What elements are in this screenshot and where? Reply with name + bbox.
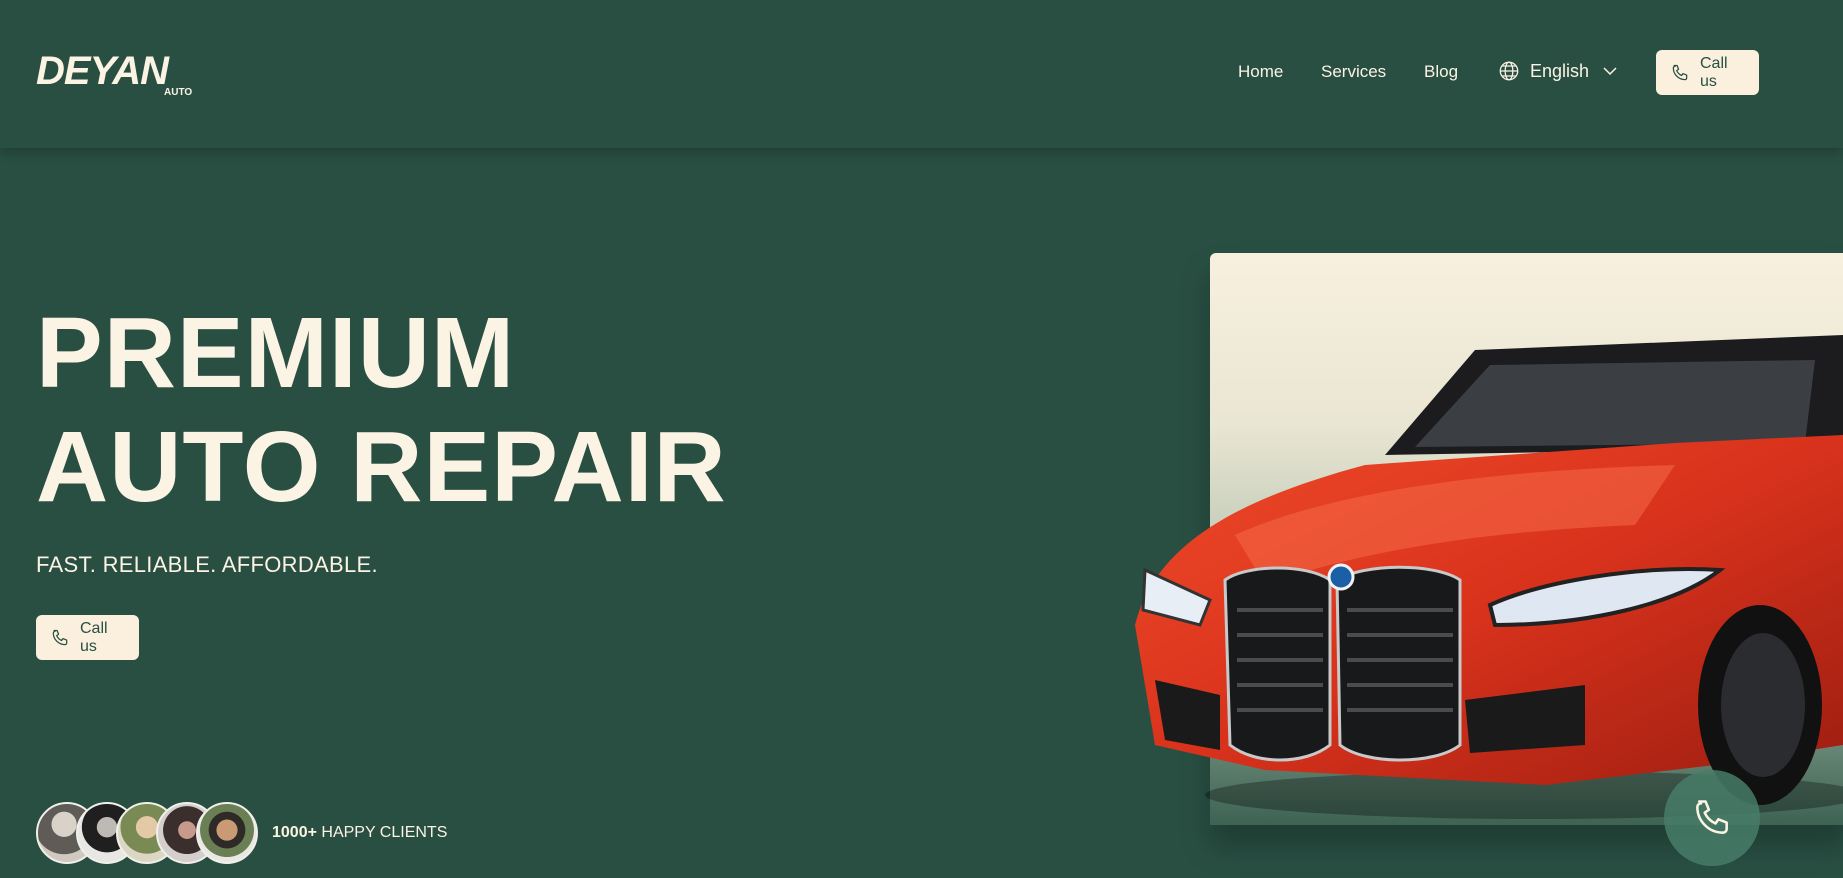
clients-label: HAPPY CLIENTS — [321, 824, 448, 841]
phone-icon — [1670, 63, 1690, 83]
hero-title-line2: AUTO REPAIR — [36, 411, 727, 523]
logo-text: DEYAN — [36, 50, 170, 93]
red-car-image — [1115, 325, 1843, 825]
phone-icon — [1690, 796, 1734, 840]
hero-title-line1: PREMIUM — [36, 297, 516, 409]
header-call-label: Call us — [1700, 54, 1728, 90]
clients-count: 1000+ — [272, 824, 317, 841]
chevron-down-icon — [1603, 66, 1617, 76]
globe-icon — [1498, 60, 1520, 82]
deyan-auto-logo[interactable]: DEYAN AUTO — [36, 49, 196, 98]
avatar — [196, 802, 258, 864]
nav-blog[interactable]: Blog — [1424, 62, 1458, 82]
floating-call-button[interactable] — [1664, 770, 1760, 866]
nav-services[interactable]: Services — [1321, 62, 1386, 82]
logo-sub: AUTO — [164, 87, 192, 96]
clients-text: 1000+ HAPPY CLIENTS — [272, 824, 447, 842]
language-selector[interactable]: English — [1498, 60, 1617, 82]
header-call-button[interactable]: Call us — [1656, 50, 1759, 95]
site-header: DEYAN AUTO Home Services Blog English Ca… — [0, 0, 1843, 148]
phone-icon — [50, 628, 70, 648]
language-label: English — [1530, 60, 1590, 81]
happy-clients: 1000+ HAPPY CLIENTS — [36, 800, 447, 866]
nav-home[interactable]: Home — [1238, 62, 1283, 82]
hero-call-label: Call us — [80, 619, 108, 655]
hero-tagline: FAST. RELIABLE. AFFORDABLE. — [36, 552, 378, 577]
hero-title: PREMIUM AUTO REPAIR — [36, 296, 727, 524]
hero-call-button[interactable]: Call us — [36, 615, 139, 660]
